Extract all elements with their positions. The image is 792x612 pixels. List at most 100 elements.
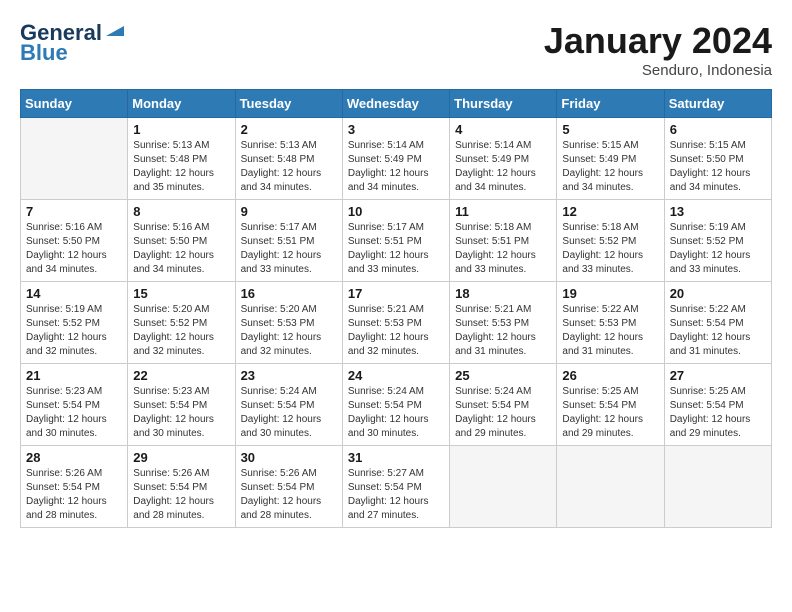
day-info: Sunrise: 5:15 AM Sunset: 5:49 PM Dayligh… [562, 139, 658, 195]
day-number: 1 [133, 122, 229, 137]
table-row: 31Sunrise: 5:27 AM Sunset: 5:54 PM Dayli… [342, 446, 449, 528]
table-row: 1 Sunrise: 5:13 AM Sunset: 5:48 PM Daylig… [128, 118, 235, 200]
day-info: Sunrise: 5:17 AM Sunset: 5:51 PM Dayligh… [241, 221, 337, 277]
day-number: 14 [26, 286, 122, 301]
day-info: Sunrise: 5:14 AM Sunset: 5:49 PM Dayligh… [455, 139, 551, 195]
day-number: 25 [455, 368, 551, 383]
col-saturday: Saturday [664, 90, 771, 118]
day-info: Sunrise: 5:23 AM Sunset: 5:54 PM Dayligh… [26, 385, 122, 441]
day-info: Sunrise: 5:21 AM Sunset: 5:53 PM Dayligh… [348, 303, 444, 359]
day-info: Sunrise: 5:14 AM Sunset: 5:49 PM Dayligh… [348, 139, 444, 195]
day-number: 11 [455, 204, 551, 219]
day-number: 13 [670, 204, 766, 219]
calendar-header-row: Sunday Monday Tuesday Wednesday Thursday… [21, 90, 772, 118]
day-info: Sunrise: 5:22 AM Sunset: 5:53 PM Dayligh… [562, 303, 658, 359]
table-row [664, 446, 771, 528]
day-number: 19 [562, 286, 658, 301]
table-row: 5Sunrise: 5:15 AM Sunset: 5:49 PM Daylig… [557, 118, 664, 200]
day-info: Sunrise: 5:21 AM Sunset: 5:53 PM Dayligh… [455, 303, 551, 359]
day-info: Sunrise: 5:17 AM Sunset: 5:51 PM Dayligh… [348, 221, 444, 277]
table-row: 9 Sunrise: 5:17 AM Sunset: 5:51 PM Daylig… [235, 200, 342, 282]
table-row: 25 Sunrise: 5:24 AM Sunset: 5:54 PM Dayli… [450, 364, 557, 446]
day-info: Sunrise: 5:24 AM Sunset: 5:54 PM Dayligh… [348, 385, 444, 441]
table-row: 16 Sunrise: 5:20 AM Sunset: 5:53 PM Dayli… [235, 282, 342, 364]
table-row: 21Sunrise: 5:23 AM Sunset: 5:54 PM Dayli… [21, 364, 128, 446]
col-wednesday: Wednesday [342, 90, 449, 118]
title-block: January 2024 Senduro, Indonesia [544, 20, 772, 79]
logo-icon [104, 18, 126, 40]
day-info: Sunrise: 5:15 AM Sunset: 5:50 PM Dayligh… [670, 139, 766, 195]
table-row: 13Sunrise: 5:19 AM Sunset: 5:52 PM Dayli… [664, 200, 771, 282]
table-row [557, 446, 664, 528]
day-number: 8 [133, 204, 229, 219]
table-row: 3 Sunrise: 5:14 AM Sunset: 5:49 PM Daylig… [342, 118, 449, 200]
day-number: 26 [562, 368, 658, 383]
day-info: Sunrise: 5:18 AM Sunset: 5:51 PM Dayligh… [455, 221, 551, 277]
table-row: 4 Sunrise: 5:14 AM Sunset: 5:49 PM Daylig… [450, 118, 557, 200]
table-row [450, 446, 557, 528]
day-number: 10 [348, 204, 444, 219]
day-info: Sunrise: 5:18 AM Sunset: 5:52 PM Dayligh… [562, 221, 658, 277]
day-info: Sunrise: 5:19 AM Sunset: 5:52 PM Dayligh… [26, 303, 122, 359]
day-info: Sunrise: 5:24 AM Sunset: 5:54 PM Dayligh… [455, 385, 551, 441]
day-info: Sunrise: 5:24 AM Sunset: 5:54 PM Dayligh… [241, 385, 337, 441]
day-number: 18 [455, 286, 551, 301]
day-number: 24 [348, 368, 444, 383]
day-number: 27 [670, 368, 766, 383]
table-row: 10 Sunrise: 5:17 AM Sunset: 5:51 PM Dayli… [342, 200, 449, 282]
table-row: 17 Sunrise: 5:21 AM Sunset: 5:53 PM Dayli… [342, 282, 449, 364]
day-number: 6 [670, 122, 766, 137]
table-row: 23 Sunrise: 5:24 AM Sunset: 5:54 PM Dayli… [235, 364, 342, 446]
day-info: Sunrise: 5:13 AM Sunset: 5:48 PM Dayligh… [133, 139, 229, 195]
logo: General Blue [20, 20, 126, 66]
day-number: 4 [455, 122, 551, 137]
day-info: Sunrise: 5:25 AM Sunset: 5:54 PM Dayligh… [670, 385, 766, 441]
day-number: 28 [26, 450, 122, 465]
day-info: Sunrise: 5:26 AM Sunset: 5:54 PM Dayligh… [26, 467, 122, 523]
table-row: 7 Sunrise: 5:16 AM Sunset: 5:50 PM Daylig… [21, 200, 128, 282]
day-number: 9 [241, 204, 337, 219]
table-row: 22Sunrise: 5:23 AM Sunset: 5:54 PM Dayli… [128, 364, 235, 446]
calendar-week-row: 28 Sunrise: 5:26 AM Sunset: 5:54 PM Dayli… [21, 446, 772, 528]
day-info: Sunrise: 5:26 AM Sunset: 5:54 PM Dayligh… [241, 467, 337, 523]
day-info: Sunrise: 5:26 AM Sunset: 5:54 PM Dayligh… [133, 467, 229, 523]
table-row: 30 Sunrise: 5:26 AM Sunset: 5:54 PM Dayli… [235, 446, 342, 528]
table-row: 18 Sunrise: 5:21 AM Sunset: 5:53 PM Dayli… [450, 282, 557, 364]
col-thursday: Thursday [450, 90, 557, 118]
day-info: Sunrise: 5:23 AM Sunset: 5:54 PM Dayligh… [133, 385, 229, 441]
day-info: Sunrise: 5:25 AM Sunset: 5:54 PM Dayligh… [562, 385, 658, 441]
day-number: 7 [26, 204, 122, 219]
col-monday: Monday [128, 90, 235, 118]
day-number: 30 [241, 450, 337, 465]
day-info: Sunrise: 5:16 AM Sunset: 5:50 PM Dayligh… [133, 221, 229, 277]
table-row: 27 Sunrise: 5:25 AM Sunset: 5:54 PM Dayli… [664, 364, 771, 446]
col-sunday: Sunday [21, 90, 128, 118]
table-row: 8 Sunrise: 5:16 AM Sunset: 5:50 PM Daylig… [128, 200, 235, 282]
day-info: Sunrise: 5:16 AM Sunset: 5:50 PM Dayligh… [26, 221, 122, 277]
logo-blue: Blue [20, 40, 68, 66]
calendar-week-row: 21Sunrise: 5:23 AM Sunset: 5:54 PM Dayli… [21, 364, 772, 446]
location: Senduro, Indonesia [544, 62, 772, 79]
day-number: 16 [241, 286, 337, 301]
calendar-week-row: 1 Sunrise: 5:13 AM Sunset: 5:48 PM Daylig… [21, 118, 772, 200]
day-info: Sunrise: 5:20 AM Sunset: 5:53 PM Dayligh… [241, 303, 337, 359]
col-tuesday: Tuesday [235, 90, 342, 118]
day-number: 3 [348, 122, 444, 137]
table-row: 29 Sunrise: 5:26 AM Sunset: 5:54 PM Dayli… [128, 446, 235, 528]
day-info: Sunrise: 5:22 AM Sunset: 5:54 PM Dayligh… [670, 303, 766, 359]
day-number: 17 [348, 286, 444, 301]
table-row: 19 Sunrise: 5:22 AM Sunset: 5:53 PM Dayli… [557, 282, 664, 364]
calendar-week-row: 14 Sunrise: 5:19 AM Sunset: 5:52 PM Dayli… [21, 282, 772, 364]
day-info: Sunrise: 5:20 AM Sunset: 5:52 PM Dayligh… [133, 303, 229, 359]
day-number: 29 [133, 450, 229, 465]
day-info: Sunrise: 5:13 AM Sunset: 5:48 PM Dayligh… [241, 139, 337, 195]
day-number: 2 [241, 122, 337, 137]
table-row: 14 Sunrise: 5:19 AM Sunset: 5:52 PM Dayli… [21, 282, 128, 364]
calendar-week-row: 7 Sunrise: 5:16 AM Sunset: 5:50 PM Daylig… [21, 200, 772, 282]
day-number: 12 [562, 204, 658, 219]
day-number: 15 [133, 286, 229, 301]
calendar-table: Sunday Monday Tuesday Wednesday Thursday… [20, 89, 772, 528]
table-row: 12 Sunrise: 5:18 AM Sunset: 5:52 PM Dayli… [557, 200, 664, 282]
table-row: 11 Sunrise: 5:18 AM Sunset: 5:51 PM Dayli… [450, 200, 557, 282]
day-number: 23 [241, 368, 337, 383]
